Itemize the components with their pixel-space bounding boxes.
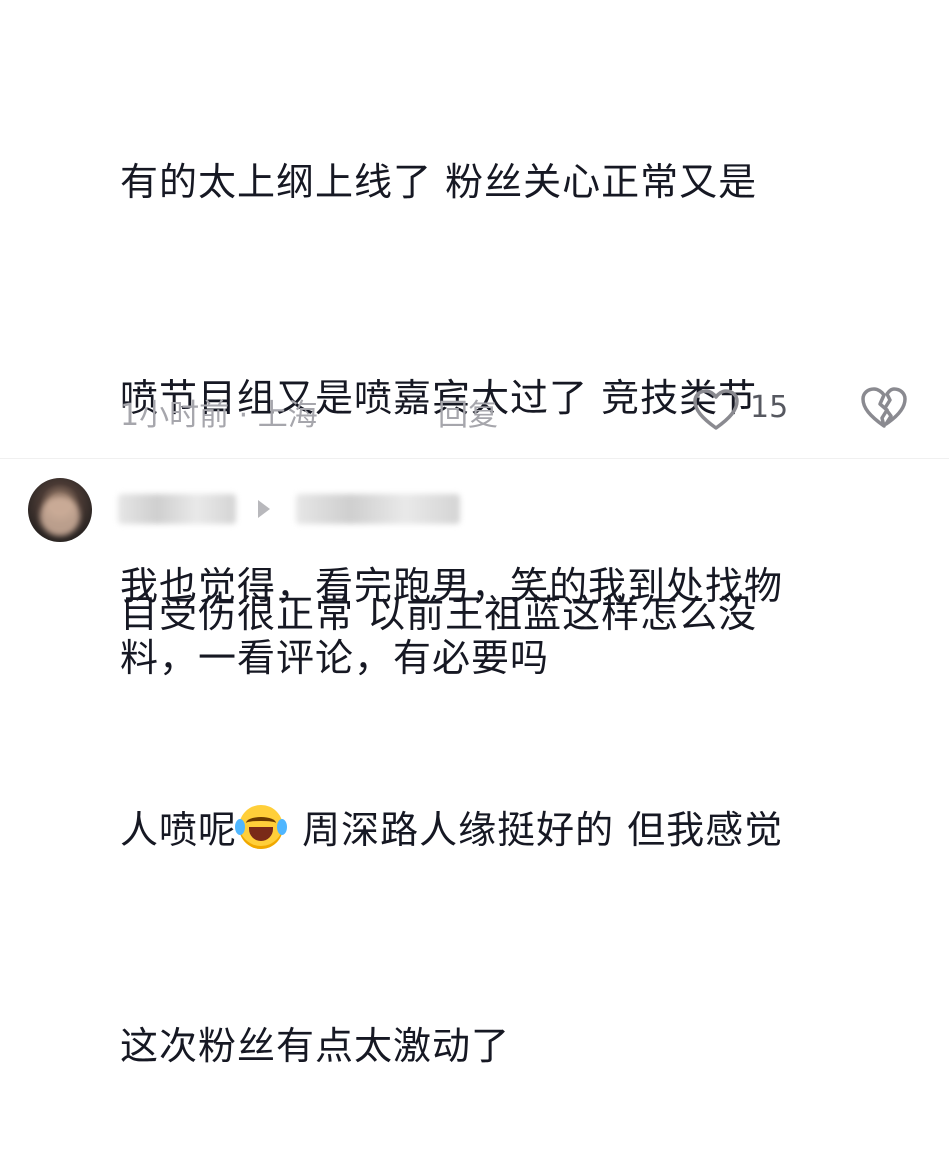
comment-line-1: 有的太上纲上线了 粉丝关心正常又是 [120,160,758,204]
comment-line-4b: 周深路人缘挺好的 但我感觉 [289,808,784,852]
broken-heart-icon [861,387,907,428]
avatar[interactable] [28,478,92,542]
comment-line-4: 人喷呢 周深路人缘挺好的 但我感觉 [120,794,920,866]
comment-line-4a: 人喷呢 [120,808,238,852]
crying-laughing-emoji-icon [235,805,288,849]
like-count: 15 [750,390,789,425]
blurred-username[interactable] [118,494,236,524]
comment-line-5: 这次粉丝有点太激动了 [120,1024,511,1068]
comment-time-location: 1小时前 · 上海 [120,398,318,433]
divider [0,458,949,459]
reply-line-1: 我也觉得，看完跑男，笑的我到处找物 [120,564,784,608]
reply-button[interactable]: 回复 [438,390,498,434]
dislike-button[interactable] [860,386,908,434]
heart-icon [693,389,739,430]
blurred-reply-target[interactable] [296,494,460,524]
reply-arrow-icon [258,500,270,518]
like-button[interactable]: 15 [692,384,792,436]
reply-body: 我也觉得，看完跑男，笑的我到处找物 料，一看评论，有必要吗 [120,550,930,694]
reply-line-2: 料，一看评论，有必要吗 [120,636,550,680]
comment-meta-row: 1小时前 · 上海 回复 15 [120,384,920,436]
